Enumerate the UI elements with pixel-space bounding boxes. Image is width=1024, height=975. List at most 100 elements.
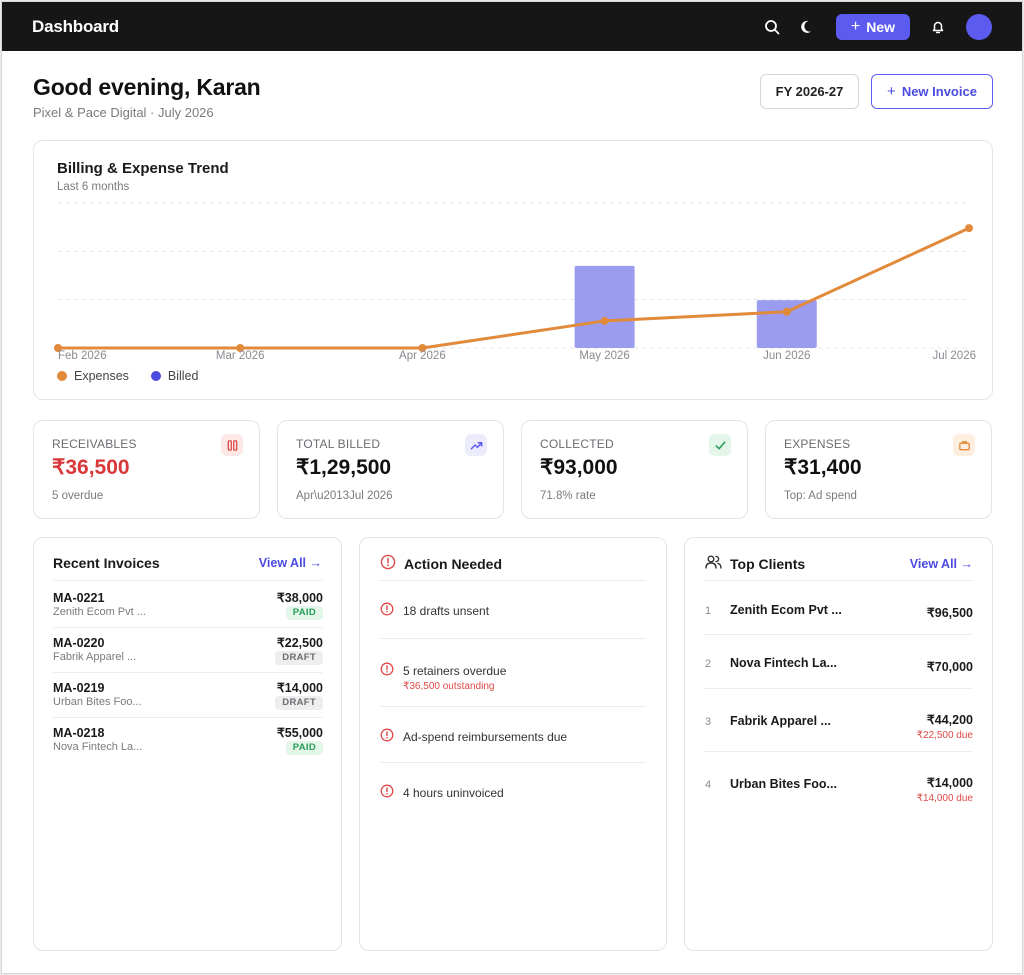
stat-value: ₹1,29,500 (296, 456, 392, 479)
page-title: Good evening, Karan (33, 74, 261, 100)
client-name: Urban Bites Foo... (730, 777, 837, 791)
table-row[interactable]: MA-0221 Zenith Ecom Pvt ... ₹38,000 PAID (53, 591, 323, 636)
stat-card-collected[interactable]: COLLECTED ₹93,000 71.8% rate (521, 420, 748, 519)
new-button-label: New (866, 18, 896, 35)
trend-chart-card: Feb 2026 Mar 2026 Apr 2026 May 2026 Jun 2026… (33, 140, 993, 400)
table-row[interactable]: MA-0219 Urban Bites Foo... ₹14,000 DRAFT (53, 681, 323, 726)
legend-item-billed: Billed (150, 369, 198, 383)
legend-swatch-billed (150, 371, 161, 381)
trend-up-icon (465, 434, 487, 456)
stat-value: ₹31,400 (784, 456, 862, 479)
alert-icon (380, 784, 394, 798)
client-rank: 1 (705, 605, 712, 617)
client-amount: ₹96,500 (926, 606, 973, 620)
legend-item-expenses: Expenses (57, 369, 129, 383)
panel-title: Top Clients (730, 556, 806, 572)
divider (53, 627, 322, 628)
invoice-client: Zenith Ecom Pvt ... (53, 606, 146, 618)
top-actions: + New (762, 13, 992, 40)
stat-card-receivables[interactable]: RECEIVABLES ₹36,500 5 overdue (33, 420, 260, 519)
client-amount: ₹70,000 (926, 660, 973, 674)
divider (53, 717, 322, 718)
invoice-id: MA-0220 (53, 636, 105, 650)
alert-icon (380, 662, 394, 676)
alert-icon (380, 554, 396, 570)
legend-label-expenses: Expenses (74, 369, 129, 383)
stat-note: 5 overdue (52, 490, 104, 502)
divider (705, 634, 972, 635)
client-rank: 2 (705, 658, 712, 670)
client-rank: 3 (705, 716, 712, 728)
invoice-id: MA-0219 (53, 681, 105, 695)
alert-icon (380, 602, 394, 616)
divider (380, 706, 646, 707)
invoice-amount: ₹14,000 (276, 681, 323, 695)
x-tick-label: Jul 2026 (933, 350, 976, 362)
status-badge: PAID (285, 606, 323, 620)
point-expenses (965, 224, 973, 233)
divider (53, 580, 322, 581)
line-expenses (56, 226, 971, 350)
divider (705, 688, 972, 689)
stat-label: TOTAL BILLED (296, 437, 381, 451)
divider (53, 672, 322, 673)
briefcase-icon (953, 434, 975, 456)
x-tick-label: May 2026 (579, 350, 630, 362)
stat-card-expenses[interactable]: EXPENSES ₹31,400 Top: Ad spend (765, 420, 992, 519)
app-title: Dashboard (32, 16, 119, 36)
divider (380, 638, 646, 639)
plus-icon: + (850, 17, 861, 35)
divider (380, 580, 646, 581)
client-rank: 4 (705, 779, 712, 791)
action-text: 18 drafts unsent (403, 604, 490, 618)
client-amount: ₹44,200 (926, 713, 973, 727)
chart-title: Billing & Expense Trend (57, 160, 229, 177)
client-name: Fabrik Apparel ... (730, 714, 831, 728)
invoice-id: MA-0221 (53, 591, 105, 605)
plus-icon: + (887, 83, 896, 100)
panel-title: Recent Invoices (53, 555, 160, 571)
action-subtext: ₹36,500 outstanding (403, 681, 495, 692)
table-row[interactable]: MA-0218 Nova Fintech La... ₹55,000 PAID (53, 726, 323, 771)
trend-chart: Feb 2026 Mar 2026 Apr 2026 May 2026 Jun 2026… (54, 202, 976, 362)
bar-billed (574, 265, 635, 348)
client-due: ₹14,000 due (916, 793, 973, 804)
search-icon[interactable] (762, 17, 782, 37)
x-tick-label: Mar 2026 (216, 350, 265, 362)
client-due: ₹22,500 due (916, 730, 973, 741)
recent-invoices-panel: Recent Invoices View All → MA-0221 Zenit… (33, 537, 342, 951)
new-invoice-button[interactable]: + New Invoice (871, 74, 993, 109)
new-invoice-label: New Invoice (901, 84, 977, 99)
point-expenses (782, 307, 791, 316)
client-amount: ₹14,000 (926, 776, 973, 790)
client-name: Nova Fintech La... (730, 656, 837, 670)
action-text: Ad-spend reimbursements due (403, 730, 568, 744)
client-name: Zenith Ecom Pvt ... (730, 603, 842, 617)
panel-title: Action Needed (404, 556, 503, 572)
stat-label: EXPENSES (784, 437, 851, 451)
stat-card-total-billed[interactable]: TOTAL BILLED ₹1,29,500 Apr\u2013Jul 2026 (277, 420, 504, 519)
bell-icon[interactable] (928, 17, 948, 37)
status-badge: DRAFT (275, 696, 323, 710)
x-tick-label: Feb 2026 (58, 350, 107, 362)
point-expenses (600, 316, 609, 325)
invoice-client: Fabrik Apparel ... (53, 651, 137, 663)
legend-swatch-expenses (57, 371, 67, 381)
bar-billed (756, 300, 817, 348)
invoice-amount: ₹38,000 (276, 591, 323, 605)
divider (380, 762, 646, 763)
top-clients-panel: Top Clients View All → 1 Zenith Ecom Pvt… (684, 537, 993, 951)
page-subtitle: Pixel & Pace Digital · July 2026 (33, 105, 214, 120)
moon-icon[interactable] (798, 17, 818, 37)
stat-value: ₹36,500 (52, 456, 130, 479)
action-needed-panel: Action Needed 18 drafts unsent 5 retaine… (359, 537, 667, 951)
invoice-id: MA-0218 (53, 726, 105, 740)
status-badge: DRAFT (275, 651, 323, 665)
action-text: 4 hours uninvoiced (403, 786, 504, 800)
fiscal-year-button[interactable]: FY 2026-27 (760, 74, 859, 109)
clients-view-all-link[interactable]: View All → (910, 557, 973, 571)
new-button[interactable]: + New (836, 13, 910, 40)
invoices-view-all-link[interactable]: View All → (259, 556, 322, 570)
table-row[interactable]: MA-0220 Fabrik Apparel ... ₹22,500 DRAFT (53, 636, 323, 681)
avatar[interactable] (966, 13, 992, 40)
